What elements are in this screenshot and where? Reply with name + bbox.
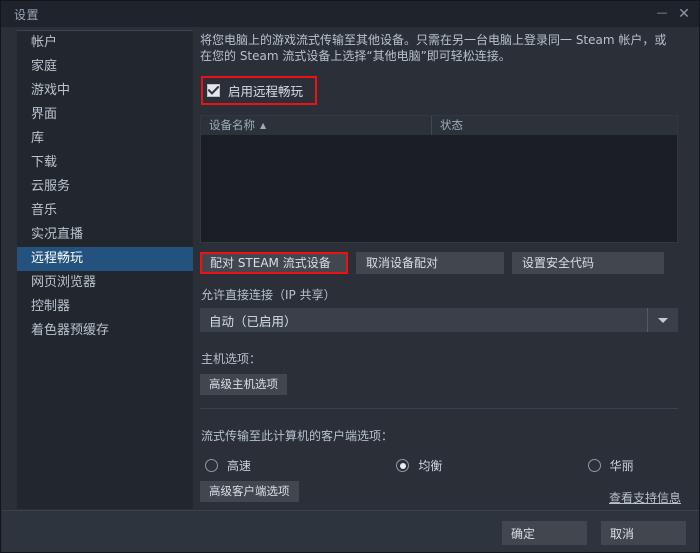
sidebar-item-account[interactable]: 帐户 — [17, 31, 193, 55]
sidebar-item-library[interactable]: 库 — [17, 127, 193, 151]
pair-steam-device-button[interactable]: 配对 STEAM 流式设备 — [200, 252, 348, 274]
sidebar-item-in-game[interactable]: 游戏中 — [17, 79, 193, 103]
view-support-info-link[interactable]: 查看支持信息 — [609, 489, 681, 506]
sidebar-item-shader-precache[interactable]: 着色器预缓存 — [17, 319, 193, 343]
ok-button[interactable]: 确定 — [502, 521, 587, 545]
device-table: 设备名称 ▲ 状态 — [200, 115, 678, 243]
enable-remote-play-label: 启用远程畅玩 — [228, 84, 304, 99]
column-header-status[interactable]: 状态 — [431, 116, 677, 135]
radio-fast[interactable]: 高速 — [205, 457, 292, 474]
page-title: 设置 — [14, 7, 40, 22]
sidebar: 帐户 家庭 游戏中 界面 库 下载 云服务 音乐 实况直播 远程畅玩 网页浏览器… — [17, 30, 193, 509]
settings-window: 设置 — ✕ 帐户 家庭 游戏中 界面 库 下载 云服务 音乐 实况直播 远程畅… — [0, 0, 700, 553]
remote-play-panel: 将您电脑上的游戏流式传输至其他设备。只需在另一台电脑上登录同一 Steam 帐户… — [197, 23, 685, 509]
sidebar-item-downloads[interactable]: 下载 — [17, 151, 193, 175]
sidebar-item-family[interactable]: 家庭 — [17, 55, 193, 79]
sidebar-item-web-browser[interactable]: 网页浏览器 — [17, 271, 193, 295]
device-table-body — [201, 136, 677, 243]
sidebar-item-remote-play[interactable]: 远程畅玩 — [17, 247, 193, 271]
radio-balanced-label: 均衡 — [418, 459, 443, 473]
caret-shape — [658, 317, 668, 323]
radio-fast-label: 高速 — [227, 459, 252, 473]
direct-connection-label: 允许直接连接（IP 共享） — [201, 288, 336, 302]
enable-remote-play-checkbox[interactable] — [207, 84, 220, 97]
cancel-button[interactable]: 取消 — [601, 521, 686, 545]
radio-fast-indicator[interactable] — [205, 459, 218, 472]
sidebar-item-music[interactable]: 音乐 — [17, 199, 193, 223]
pair-steam-device-wrap: 配对 STEAM 流式设备 — [200, 252, 348, 274]
radio-beautiful[interactable]: 华丽 — [587, 457, 675, 474]
radio-beautiful-label: 华丽 — [609, 459, 634, 473]
radio-beautiful-indicator[interactable] — [587, 459, 601, 472]
set-security-code-button[interactable]: 设置安全代码 — [512, 252, 664, 274]
radio-balanced[interactable]: 均衡 — [396, 457, 483, 474]
enable-remote-play-row[interactable]: 启用远程畅玩 — [201, 76, 318, 105]
direct-connection-select[interactable]: 自动（已启用） — [200, 308, 678, 332]
sort-ascending-icon: ▲ — [260, 121, 267, 130]
advanced-client-options-button[interactable]: 高级客户端选项 — [200, 481, 299, 502]
pairing-button-row: 配对 STEAM 流式设备 取消设备配对 设置安全代码 — [200, 252, 678, 274]
section-divider — [200, 408, 678, 409]
column-header-device-name-label: 设备名称 — [209, 118, 255, 132]
client-quality-radio-group: 高速 均衡 华丽 — [205, 457, 675, 474]
direct-connection-value: 自动（已启用） — [209, 313, 297, 329]
check-icon — [208, 86, 219, 95]
host-options-label: 主机选项： — [201, 352, 262, 366]
column-header-device-name[interactable]: 设备名称 ▲ — [201, 116, 431, 135]
client-options-label: 流式传输至此计算机的客户端选项： — [201, 429, 394, 443]
sidebar-item-controller[interactable]: 控制器 — [17, 295, 193, 319]
dialog-footer: 确定 取消 — [2, 510, 699, 552]
radio-balanced-indicator[interactable] — [396, 459, 410, 472]
sidebar-item-cloud[interactable]: 云服务 — [17, 175, 193, 199]
unpair-device-button[interactable]: 取消设备配对 — [356, 252, 504, 274]
radio-selected-dot — [399, 462, 406, 469]
chevron-down-icon[interactable] — [647, 308, 678, 332]
sidebar-item-interface[interactable]: 界面 — [17, 103, 193, 127]
device-table-header: 设备名称 ▲ 状态 — [201, 116, 677, 136]
sidebar-item-broadcast[interactable]: 实况直播 — [17, 223, 193, 247]
remote-play-description: 将您电脑上的游戏流式传输至其他设备。只需在另一台电脑上登录同一 Steam 帐户… — [200, 33, 667, 63]
advanced-host-options-button[interactable]: 高级主机选项 — [200, 374, 287, 395]
